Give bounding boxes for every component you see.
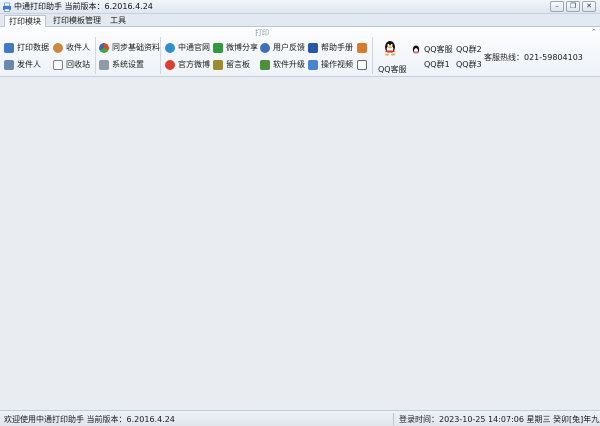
title-bar: 中通打印助手 当前版本：6.2016.4.24 – ❐ ✕ — [0, 0, 600, 14]
globe-icon — [165, 42, 175, 53]
recycle-bin-button[interactable]: 回收站 — [53, 58, 90, 71]
system-settings-label: 系统设置 — [112, 60, 144, 69]
recipient-button[interactable]: 收件人 — [53, 41, 90, 54]
sender-label: 发件人 — [17, 60, 41, 69]
tab-tools[interactable]: 工具 — [106, 15, 130, 27]
operation-video-button[interactable]: 操作视频 — [308, 58, 353, 71]
package-icon[interactable] — [357, 43, 367, 53]
sync-icon — [99, 42, 109, 53]
qq-group-3-label: QQ群3 — [456, 60, 482, 69]
qq-service-label: QQ客服 — [424, 45, 453, 54]
minimize-button[interactable]: – — [550, 1, 564, 12]
recycle-bin-icon — [53, 59, 63, 70]
official-weibo-button[interactable]: 官方微博 — [165, 58, 210, 71]
status-login-time: 登录时间：2023-10-25 14:07:06 星期三 癸卯[兔]年九月十一 — [399, 415, 600, 424]
window-title: 中通打印助手 当前版本：6.2016.4.24 — [14, 2, 153, 11]
video-icon — [308, 59, 318, 70]
print-data-label: 打印数据 — [17, 43, 49, 52]
recipient-icon — [53, 42, 63, 53]
recycle-bin-label: 回收站 — [66, 60, 90, 69]
zto-website-button[interactable]: 中通官网 — [165, 41, 210, 54]
weibo-icon — [165, 59, 175, 70]
qq-service-button[interactable]: QQ客服 — [411, 43, 453, 56]
status-welcome-text: 欢迎使用中通打印助手 当前版本：6.2016.4.24 — [4, 415, 175, 424]
software-upgrade-button[interactable]: 软件升级 — [260, 58, 305, 71]
software-upgrade-label: 软件升级 — [273, 60, 305, 69]
ribbon-separator — [372, 37, 373, 74]
ribbon-separator — [95, 37, 96, 74]
share-icon — [213, 42, 223, 53]
message-board-button[interactable]: 留言板 — [213, 58, 250, 71]
status-bar: 欢迎使用中通打印助手 当前版本：6.2016.4.24 登录时间：2023-10… — [0, 410, 600, 426]
qq-group-3-button[interactable]: QQ群3 — [456, 58, 482, 71]
qq-penguin-icon[interactable] — [382, 40, 398, 56]
qq-service-big-label[interactable]: QQ客服 — [378, 64, 407, 75]
download-icon[interactable] — [357, 60, 367, 70]
status-divider — [393, 413, 394, 425]
close-button[interactable]: ✕ — [582, 1, 596, 12]
recipient-label: 收件人 — [66, 43, 90, 52]
restore-button[interactable]: ❐ — [566, 1, 580, 12]
print-icon — [4, 42, 14, 53]
qq-group-1-button[interactable]: QQ群1 — [411, 58, 450, 71]
message-board-icon — [213, 59, 223, 70]
restore-icon: ❐ — [569, 2, 577, 10]
ribbon-separator — [160, 37, 161, 74]
help-book-icon — [308, 42, 318, 53]
official-weibo-label: 官方微博 — [178, 60, 210, 69]
minimize-icon: – — [555, 2, 559, 10]
sender-icon — [4, 59, 14, 70]
help-manual-label: 帮助手册 — [321, 43, 353, 52]
app-printer-icon — [3, 2, 11, 12]
feedback-user-icon — [260, 42, 270, 53]
user-feedback-label: 用户反馈 — [273, 43, 305, 52]
operation-video-label: 操作视频 — [321, 60, 353, 69]
sync-basic-data-label: 同步基础资料 — [112, 43, 160, 52]
qq-group-2-label: QQ群2 — [456, 45, 482, 54]
help-manual-button[interactable]: 帮助手册 — [308, 41, 353, 54]
main-workspace — [0, 78, 600, 409]
qq-group-1-label: QQ群1 — [424, 60, 450, 69]
collapse-ribbon-icon[interactable]: ⌃ — [591, 28, 597, 36]
weibo-share-button[interactable]: 微博分享 — [213, 41, 258, 54]
zto-website-label: 中通官网 — [178, 43, 210, 52]
qq-group-2-button[interactable]: QQ群2 — [456, 43, 482, 56]
sender-button[interactable]: 发件人 — [4, 58, 41, 71]
qq-icon — [412, 45, 420, 53]
ribbon-tabs: 打印模块 打印模板管理 工具 — [0, 14, 600, 28]
print-data-button[interactable]: 打印数据 — [4, 41, 49, 54]
ribbon-group-label: 打印 — [255, 29, 269, 37]
user-feedback-button[interactable]: 用户反馈 — [260, 41, 305, 54]
system-settings-button[interactable]: 系统设置 — [99, 58, 144, 71]
sync-basic-data-button[interactable]: 同步基础资料 — [99, 41, 160, 54]
tab-template-manager[interactable]: 打印模板管理 — [49, 15, 105, 27]
upgrade-icon — [260, 59, 270, 70]
settings-tools-icon — [99, 59, 109, 70]
hotline-text: 客服热线：021-59804103 — [484, 53, 583, 62]
message-board-label: 留言板 — [226, 60, 250, 69]
weibo-share-label: 微博分享 — [226, 43, 258, 52]
close-icon: ✕ — [586, 2, 592, 10]
